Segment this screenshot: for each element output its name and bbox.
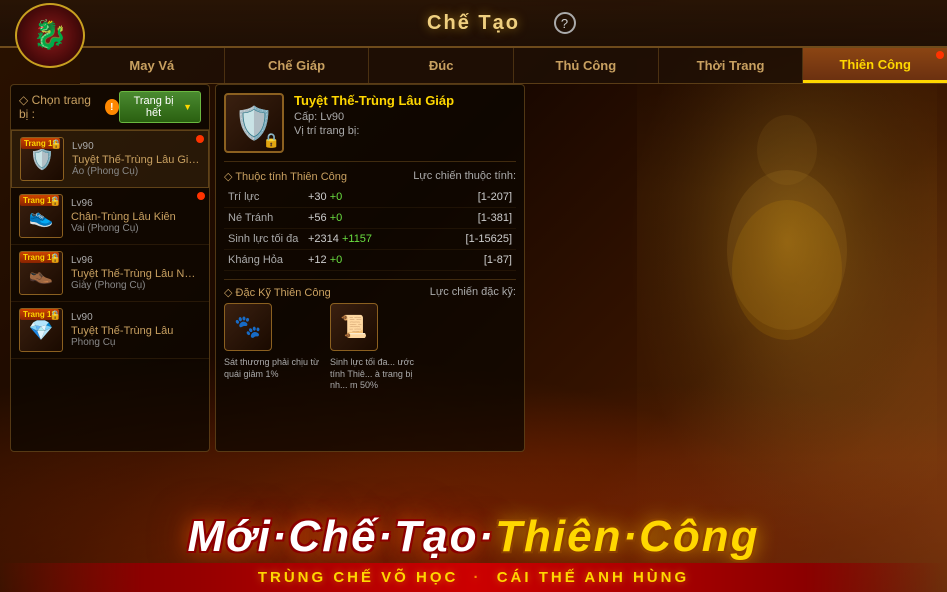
logo-area: 🐉 [0,0,100,70]
logo-circle: 🐉 [15,3,85,68]
skill-description: Sinh lực tối đa... ước tính Thiê... à tr… [330,357,430,392]
skill-icon: 📜 [340,314,367,340]
lock-icon: 🔒 [50,310,61,321]
equipment-filter-dropdown[interactable]: Trang bị hết ▼ [119,91,201,123]
lock-icon: 🔒 [51,139,62,150]
table-row: Kháng Hỏa +12 +0 [1-87] [224,250,516,271]
stat-range: [1-381] [425,208,516,229]
main-title-part1: Mới·Chế·Tạo· [187,512,495,561]
stat-name: Trí lực [224,187,304,208]
page-title: Chế Tạo [427,12,520,35]
table-row: Né Tránh +56 +0 [1-381] [224,208,516,229]
skill-items: 🐾 Sát thương phải chịu từ quái giảm 1% 📜… [224,303,516,392]
skills-title: ◇ Đặc Kỹ Thiên Công [224,286,331,299]
stat-value: +30 +0 [304,187,425,208]
skill-description: Sát thương phải chịu từ quái giảm 1% [224,357,324,380]
stat-name: Né Tránh [224,208,304,229]
stat-value: +2314 +1157 [304,229,425,250]
stat-range: [1-87] [425,250,516,271]
stats-table: Trí lực +30 +0 [1-207] Né Tránh +56 +0 [… [224,187,516,271]
skills-right-label: Lực chiến đặc kỹ: [430,286,516,299]
item-large-icon: 🛡️ 🔒 [224,93,284,153]
choose-equipment-label: ◇ Chọn trang bị : ! [19,93,119,121]
list-item[interactable]: Trang 18 🛡️ 🔒 Lv90 Tuyệt Thế-Trùng Lâu G… [11,130,209,188]
stat-name: Sinh lực tối đa [224,229,304,250]
stat-name: Kháng Hỏa [224,250,304,271]
attributes-header: ◇ Thuộc tính Thiên Công Lực chiến thuộc … [224,170,516,183]
new-indicator [197,192,205,200]
lock-icon: 🔒 [263,132,280,149]
skill-icon: 🐾 [234,314,261,340]
subtitle-part1: TRÙNG CHẾ VÕ HỌC [258,569,459,586]
item-name: Tuyệt Thế-Trùng Lâu Giáp [294,93,454,108]
stat-range: [1-15625] [425,229,516,250]
stat-value: +56 +0 [304,208,425,229]
item-header: 🛡️ 🔒 Tuyệt Thế-Trùng Lâu Giáp Cấp: Lv90 … [224,93,516,162]
subtitle-banner: TRÙNG CHẾ VÕ HỌC · CÁI THẾ ANH HÙNG [0,563,947,592]
equipment-icon: Trang 18 👞 🔒 [19,251,63,295]
attributes-title: ◇ Thuộc tính Thiên Công [224,170,347,183]
tab-thoi-trang[interactable]: Thời Trang [659,48,804,83]
help-button[interactable]: ? [554,12,576,34]
panel-header: ◇ Chọn trang bị : ! Trang bị hết ▼ [11,85,209,130]
lock-icon: 🔒 [50,196,61,207]
item-level: Cấp: Lv90 [294,111,454,123]
item-details: Tuyệt Thế-Trùng Lâu Giáp Cấp: Lv90 Vị tr… [294,93,454,153]
tab-thien-cong[interactable]: Thiên Công [803,48,947,83]
item-position: Vị trí trang bị: [294,125,454,137]
tab-bar: May Vá Chế Giáp Đúc Thủ Công Thời Trang … [80,48,947,84]
list-item[interactable]: Trang 18 💎 🔒 Lv90 Tuyệt Thế-Trùng Lâu Ph… [11,302,209,359]
bottom-banner: Mới·Chế·Tạo·Thiên·Công TRÙNG CHẾ VÕ HỌC … [0,457,947,592]
right-panel: 🛡️ 🔒 Tuyệt Thế-Trùng Lâu Giáp Cấp: Lv90 … [215,84,525,452]
equipment-list: Trang 18 🛡️ 🔒 Lv90 Tuyệt Thế-Trùng Lâu G… [11,130,209,460]
title-bar: Chế Tạo ? [0,0,947,48]
tab-duc[interactable]: Đúc [369,48,514,83]
skills-header: ◇ Đặc Kỹ Thiên Công Lực chiến đặc kỹ: [224,286,516,299]
skill-item-1-container: 🐾 Sát thương phải chịu từ quái giảm 1% [224,303,324,392]
tab-notification [936,51,944,59]
stat-range: [1-207] [425,187,516,208]
new-indicator [196,135,204,143]
equipment-info: Lv90 Tuyệt Thế-Trùng Lâu Phong Cụ [71,312,201,348]
main-title: Mới·Chế·Tạo·Thiên·Công [187,515,759,559]
equipment-info: Lv96 Chân-Trùng Lâu Kiên Vai (Phong Cụ) [71,198,201,234]
equipment-info: Lv96 Tuyệt Thế-Trùng Lâu Ngoa Giày (Phon… [71,255,201,291]
list-item[interactable]: Trang 18 👞 🔒 Lv96 Tuyệt Thế-Trùng Lâu Ng… [11,245,209,302]
equipment-icon: Trang 18 👟 🔒 [19,194,63,238]
equipment-icon: Trang 18 🛡️ 🔒 [20,137,64,181]
logo-icon: 🐉 [33,18,68,52]
equipment-info: Lv90 Tuyệt Thế-Trùng Lâu Giáp Áo (Phong … [72,141,200,177]
tab-may-va[interactable]: May Vá [80,48,225,83]
section-divider [224,279,516,280]
equipment-icon: Trang 18 💎 🔒 [19,308,63,352]
list-item[interactable]: Trang 18 👟 🔒 Lv96 Chân-Trùng Lâu Kiên Va… [11,188,209,245]
subtitle-separator: · [474,569,489,586]
table-row: Trí lực +30 +0 [1-207] [224,187,516,208]
skill-item-2-container: 📜 Sinh lực tối đa... ước tính Thiê... à … [330,303,430,392]
lock-icon: 🔒 [50,253,61,264]
chevron-down-icon: ▼ [183,102,192,112]
skill-item[interactable]: 🐾 [224,303,272,351]
subtitle-part2: CÁI THẾ ANH HÙNG [497,569,689,586]
tab-che-giap[interactable]: Chế Giáp [225,48,370,83]
left-panel: ◇ Chọn trang bị : ! Trang bị hết ▼ Trang… [10,84,210,452]
stat-value: +12 +0 [304,250,425,271]
main-title-part2: Thiên·Công [495,512,759,561]
warning-icon: ! [105,99,119,115]
skill-item[interactable]: 📜 [330,303,378,351]
table-row: Sinh lực tối đa +2314 +1157 [1-15625] [224,229,516,250]
tab-thu-cong[interactable]: Thủ Công [514,48,659,83]
attributes-right-label: Lực chiến thuộc tính: [413,170,516,183]
